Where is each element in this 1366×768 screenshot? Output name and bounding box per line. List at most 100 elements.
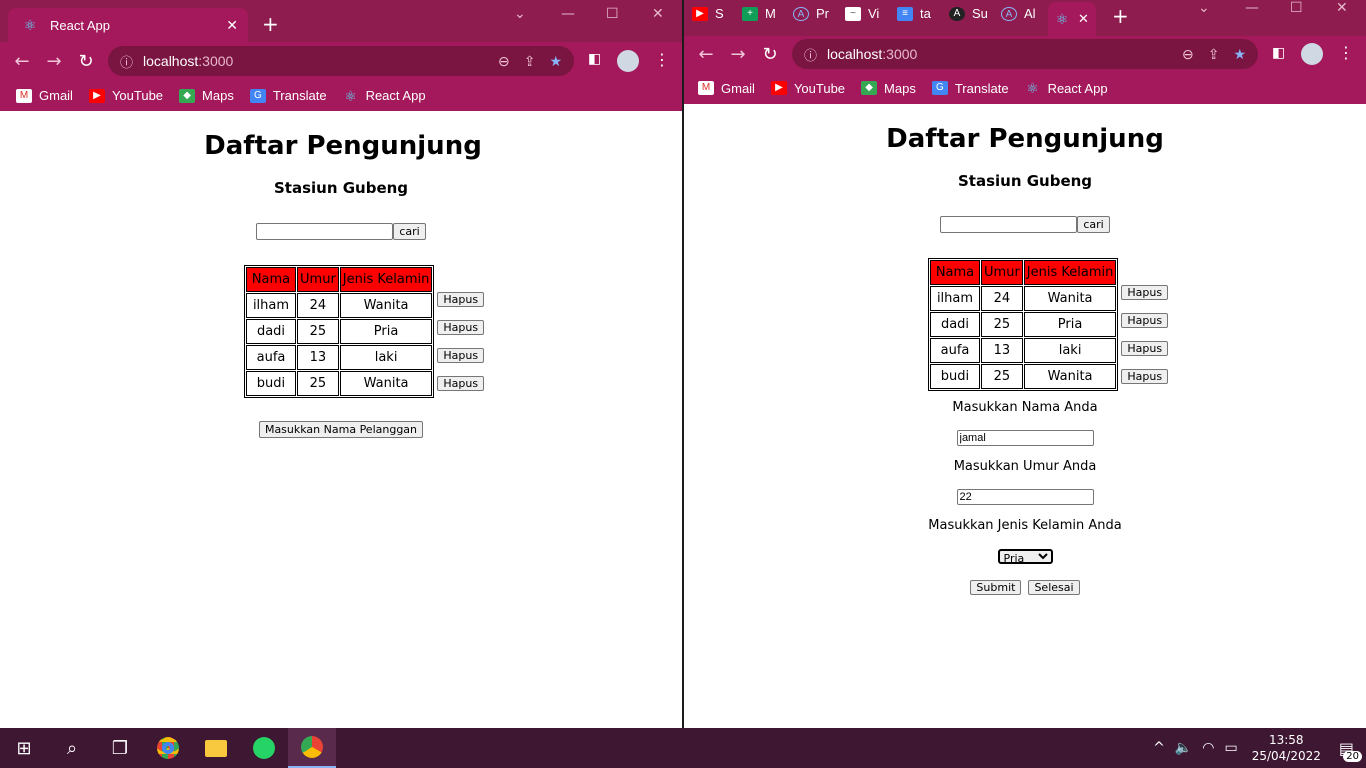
bookmark-label: React App bbox=[1047, 80, 1108, 96]
cell-umur: 25 bbox=[297, 319, 339, 344]
bookmarks-bar: M Gmail ▶ YouTube ◆ Maps G Translate ⚛ React … bbox=[684, 72, 1366, 104]
address-bar[interactable]: ⓘ localhost:3000 ⊖ ⇪ ★ bbox=[108, 46, 574, 76]
header-jenis-kelamin: Jenis Kelamin bbox=[1023, 260, 1117, 285]
tab-react-app[interactable]: ⚛ React App ✕ bbox=[8, 8, 248, 42]
avatar[interactable] bbox=[1301, 43, 1323, 65]
back-icon[interactable]: ← bbox=[690, 44, 722, 65]
name-input[interactable] bbox=[956, 430, 1094, 446]
new-tab-icon[interactable]: + bbox=[1112, 4, 1129, 28]
zoom-icon[interactable]: ⊖ bbox=[1182, 46, 1194, 63]
info-icon[interactable]: ⓘ bbox=[804, 45, 817, 64]
bookmark-gmail[interactable]: M Gmail bbox=[16, 88, 73, 103]
chrome-icon[interactable] bbox=[144, 728, 192, 768]
bookmark-label: Translate bbox=[272, 88, 327, 103]
bookmark-maps[interactable]: ◆ Maps bbox=[179, 88, 234, 103]
share-icon[interactable]: ⇪ bbox=[1208, 46, 1220, 63]
cell-nama: budi bbox=[245, 371, 297, 396]
new-tab-icon[interactable]: + bbox=[262, 12, 279, 36]
bookmark-label: Maps bbox=[884, 80, 916, 96]
close-window-icon[interactable]: ✕ bbox=[652, 6, 664, 22]
wifi-icon[interactable]: ◠ bbox=[1202, 740, 1214, 756]
bookmark-label: YouTube bbox=[111, 88, 164, 103]
bookmark-youtube[interactable]: ▶ YouTube bbox=[88, 88, 164, 103]
age-input[interactable] bbox=[956, 489, 1094, 505]
clock[interactable]: 13:58 25/04/2022 bbox=[1252, 732, 1321, 764]
tab-docs[interactable]: ≡ ta bbox=[897, 6, 949, 21]
whatsapp-icon[interactable] bbox=[240, 728, 288, 768]
delete-button[interactable]: Hapus bbox=[437, 376, 485, 391]
bookmark-translate[interactable]: G Translate bbox=[931, 80, 1009, 96]
search-button[interactable]: cari bbox=[393, 223, 426, 240]
bookmark-label: Translate bbox=[954, 80, 1009, 96]
notification-icon[interactable]: ▤ 20 bbox=[1339, 739, 1362, 762]
tab-react-app-active[interactable]: ⚛ ✕ bbox=[1048, 2, 1096, 36]
table-wrapper: Nama Umur Jenis Kelamin ilham 24 Wanita da… bbox=[46, 265, 682, 398]
battery-icon[interactable]: ▭ bbox=[1224, 740, 1237, 756]
tab-angular-3[interactable]: A Al bbox=[1001, 6, 1053, 21]
close-tab-icon[interactable]: ✕ bbox=[1078, 11, 1089, 27]
bookmark-youtube[interactable]: ▶ YouTube bbox=[770, 81, 845, 96]
bookmark-maps[interactable]: ◆ Maps bbox=[861, 81, 916, 96]
reload-icon[interactable]: ↻ bbox=[70, 51, 102, 72]
delete-button[interactable]: Hapus bbox=[437, 320, 485, 335]
star-icon[interactable]: ★ bbox=[549, 53, 562, 70]
submit-button[interactable]: Submit bbox=[970, 580, 1022, 595]
chevron-down-icon[interactable]: ⌄ bbox=[514, 6, 526, 22]
forward-icon[interactable]: → bbox=[722, 44, 754, 65]
delete-button[interactable]: Hapus bbox=[1121, 285, 1169, 300]
cell-jenis-kelamin: laki bbox=[1023, 338, 1117, 363]
avatar[interactable] bbox=[617, 50, 639, 72]
tab-video[interactable]: ~ Vi bbox=[845, 6, 897, 21]
tab-angular-2[interactable]: A Su bbox=[949, 6, 1001, 21]
close-tab-icon[interactable]: ✕ bbox=[226, 17, 238, 34]
delete-button[interactable]: Hapus bbox=[437, 292, 485, 307]
chevron-up-icon[interactable]: ^ bbox=[1153, 740, 1165, 756]
file-explorer-icon[interactable] bbox=[192, 728, 240, 768]
tab-sheets[interactable]: + M bbox=[742, 6, 793, 21]
menu-icon[interactable]: ⋮ bbox=[1338, 43, 1354, 62]
delete-button[interactable]: Hapus bbox=[1121, 313, 1169, 328]
minimize-icon[interactable]: — bbox=[561, 6, 575, 22]
reload-icon[interactable]: ↻ bbox=[754, 44, 786, 65]
windows-start-icon[interactable]: ⊞ bbox=[0, 728, 48, 768]
bookmark-gmail[interactable]: M Gmail bbox=[698, 81, 755, 96]
forward-icon[interactable]: → bbox=[38, 51, 70, 72]
search-icon[interactable]: ⌕ bbox=[48, 728, 96, 768]
search-input[interactable] bbox=[940, 216, 1078, 233]
tab-title: Pr bbox=[816, 6, 829, 21]
maximize-icon[interactable]: ☐ bbox=[606, 6, 619, 22]
task-view-icon[interactable]: ❐ bbox=[96, 728, 144, 768]
share-icon[interactable]: ⇪ bbox=[524, 53, 536, 70]
add-visitor-button[interactable]: Masukkan Nama Pelanggan bbox=[258, 421, 424, 438]
menu-icon[interactable]: ⋮ bbox=[654, 50, 670, 69]
bookmark-react-app[interactable]: ⚛ React App bbox=[1025, 80, 1108, 96]
url-host: localhost bbox=[827, 46, 883, 62]
header-umur: Umur bbox=[297, 267, 339, 292]
side-panel-icon[interactable]: ◧ bbox=[1272, 45, 1285, 61]
delete-button[interactable]: Hapus bbox=[1121, 341, 1169, 356]
close-window-icon[interactable]: ✕ bbox=[1336, 0, 1348, 16]
maximize-icon[interactable]: ☐ bbox=[1290, 0, 1303, 16]
zoom-icon[interactable]: ⊖ bbox=[498, 53, 510, 70]
address-bar[interactable]: ⓘ localhost:3000 ⊖ ⇪ ★ bbox=[792, 39, 1258, 69]
bookmark-react-app[interactable]: ⚛ React App bbox=[343, 88, 425, 103]
star-icon[interactable]: ★ bbox=[1233, 46, 1246, 63]
side-panel-icon[interactable]: ◧ bbox=[588, 51, 601, 67]
minimize-icon[interactable]: — bbox=[1245, 0, 1259, 16]
url-port: :3000 bbox=[198, 53, 234, 69]
gender-select[interactable]: Pria bbox=[997, 549, 1053, 564]
tab-title: Vi bbox=[868, 6, 880, 21]
chevron-down-icon[interactable]: ⌄ bbox=[1198, 0, 1210, 16]
back-icon[interactable]: ← bbox=[6, 51, 38, 72]
tab-angular[interactable]: A Pr bbox=[793, 6, 845, 21]
delete-button[interactable]: Hapus bbox=[437, 348, 485, 363]
delete-button[interactable]: Hapus bbox=[1121, 369, 1169, 384]
bookmark-translate[interactable]: G Translate bbox=[249, 88, 327, 103]
info-icon[interactable]: ⓘ bbox=[120, 52, 133, 71]
volume-icon[interactable]: 🔈 bbox=[1175, 740, 1192, 756]
chrome-profile-icon[interactable] bbox=[288, 728, 336, 768]
search-input[interactable] bbox=[256, 223, 394, 240]
tab-youtube[interactable]: ▶ S bbox=[692, 6, 742, 21]
done-button[interactable]: Selesai bbox=[1028, 580, 1080, 595]
search-button[interactable]: cari bbox=[1077, 216, 1110, 233]
